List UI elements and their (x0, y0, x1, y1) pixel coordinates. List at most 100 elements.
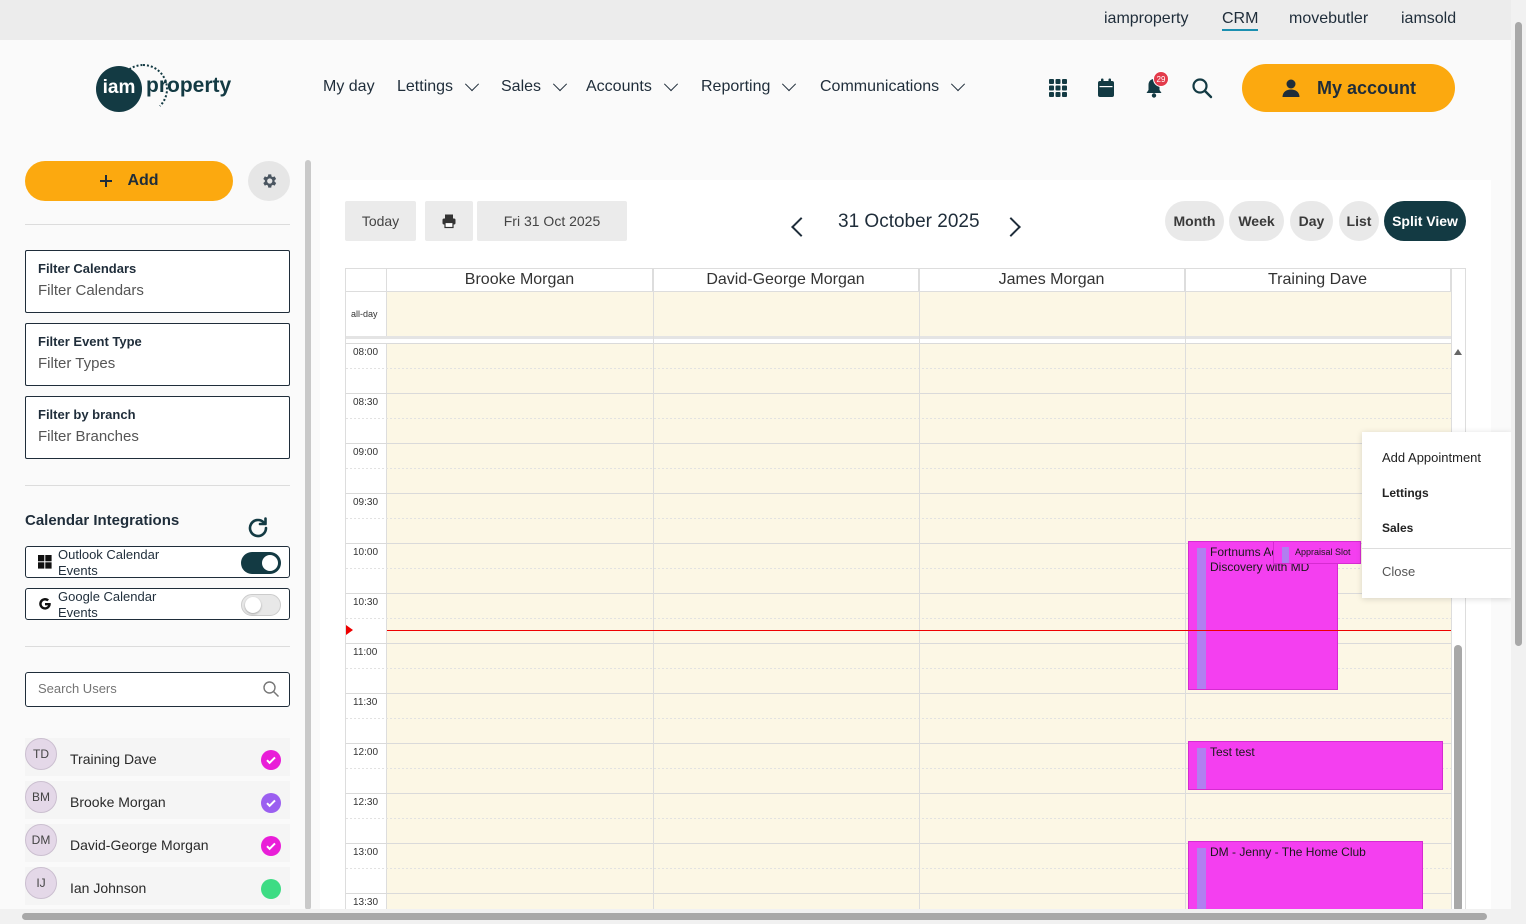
chevron-down-icon (552, 77, 568, 92)
time-label: 11:30 (353, 697, 378, 708)
menu-lettings[interactable]: Lettings (1382, 486, 1429, 500)
menu-sales[interactable]: Sales (1382, 521, 1413, 535)
view-month[interactable]: Month (1165, 201, 1224, 241)
user-row[interactable]: IJ Ian Johnson (25, 867, 290, 905)
my-account-button[interactable]: My account (1242, 64, 1455, 112)
nav-sales[interactable]: Sales (501, 77, 568, 96)
search-users-input[interactable] (38, 681, 258, 696)
user-row[interactable]: TD Training Dave (25, 738, 290, 776)
chevron-down-icon (464, 77, 480, 92)
filter-calendars[interactable]: Filter Calendars Filter Calendars (25, 250, 290, 313)
brand-link-movebutler[interactable]: movebutler (1289, 10, 1368, 28)
search-icon[interactable] (262, 680, 280, 698)
column-divider (1185, 269, 1186, 912)
nav-my-day[interactable]: My day (323, 78, 375, 96)
brand-link-crm[interactable]: CRM (1222, 10, 1259, 31)
logo[interactable]: iam property (96, 64, 236, 114)
view-day[interactable]: Day (1290, 201, 1333, 241)
google-icon (39, 598, 51, 610)
user-name: Ian Johnson (70, 880, 147, 896)
calendar-integrations-title: Calendar Integrations (25, 512, 180, 529)
chevron-down-icon (663, 77, 678, 92)
calendar-event[interactable]: Test test (1188, 741, 1443, 790)
chevron-down-icon (782, 77, 797, 92)
filter-event-type[interactable]: Filter Event Type Filter Types (25, 323, 290, 386)
event-color-bar (1282, 547, 1289, 563)
nav-label: My day (323, 78, 375, 95)
outlook-toggle[interactable] (241, 552, 281, 574)
hour-line (346, 443, 1451, 444)
time-label: 10:30 (353, 597, 379, 608)
brand-bar: iamproperty CRM movebutler iamsold (0, 0, 1511, 40)
calendar-icon[interactable] (1095, 77, 1117, 99)
user-row[interactable]: DM David-George Morgan (25, 824, 290, 862)
nav-reporting[interactable]: Reporting (701, 77, 797, 96)
avatar: DM (25, 824, 57, 856)
calendar-event[interactable]: Appraisal Slot (1273, 541, 1361, 564)
view-split[interactable]: Split View (1384, 201, 1466, 241)
user-checked-icon[interactable] (261, 836, 281, 856)
brand-link-iamsold[interactable]: iamsold (1401, 10, 1456, 28)
filter-placeholder: Filter Branches (38, 428, 139, 445)
half-hour-line (346, 468, 1451, 469)
time-label: 09:00 (353, 447, 379, 458)
date-title: 31 October 2025 (838, 211, 980, 232)
main-header: iam property My day Lettings Sales Accou… (0, 40, 1511, 135)
filter-label: Filter Event Type (38, 334, 142, 349)
grid-scrollbar[interactable] (1453, 340, 1463, 912)
avatar: BM (25, 781, 57, 813)
apps-grid-icon[interactable] (1047, 77, 1069, 99)
outlook-integration: Outlook Calendar Events (25, 546, 290, 578)
add-button[interactable]: Add (25, 161, 233, 201)
hour-line (346, 393, 1451, 394)
nav-lettings[interactable]: Lettings (397, 77, 480, 96)
calendar-event[interactable]: DM - Jenny - The Home Club (1188, 841, 1423, 912)
page-horizontal-scrollbar[interactable] (0, 909, 1511, 924)
calendar-grid: Brooke Morgan David-George Morgan James … (345, 268, 1466, 912)
column-divider (653, 269, 654, 912)
brand-link-iamproperty[interactable]: iamproperty (1104, 10, 1188, 28)
search-icon[interactable] (1191, 77, 1213, 99)
menu-close[interactable]: Close (1382, 564, 1415, 579)
chevron-down-icon (951, 77, 966, 92)
half-hour-line (346, 368, 1451, 369)
nav-label: Lettings (397, 78, 454, 95)
time-label: 13:30 (353, 897, 379, 908)
toggle-knob (262, 555, 278, 571)
logo-text: property (146, 74, 232, 97)
nav-communications[interactable]: Communications (820, 77, 966, 96)
user-name: David-George Morgan (70, 837, 209, 853)
nav-accounts[interactable]: Accounts (586, 77, 678, 96)
date-picker-button[interactable]: Fri 31 Oct 2025 (477, 201, 627, 241)
page-vertical-scrollbar[interactable] (1511, 0, 1526, 924)
today-button[interactable]: Today (345, 201, 416, 241)
user-color-dot[interactable] (261, 879, 281, 899)
column-header: James Morgan (919, 269, 1185, 291)
view-week[interactable]: Week (1229, 201, 1284, 241)
sidebar-scrollbar[interactable] (305, 160, 311, 910)
scrollbar-thumb[interactable] (1515, 22, 1522, 646)
print-button[interactable] (425, 201, 473, 241)
event-color-bar (1197, 748, 1206, 789)
time-label: 13:00 (353, 847, 379, 858)
column-header: David-George Morgan (653, 269, 919, 291)
refresh-icon[interactable] (246, 516, 270, 540)
user-checked-icon[interactable] (261, 793, 281, 813)
scrollbar-thumb[interactable] (22, 913, 1487, 920)
hour-line (346, 793, 1451, 794)
user-row[interactable]: BM Brooke Morgan (25, 781, 290, 819)
nav-label: Reporting (701, 78, 771, 95)
time-header (346, 269, 387, 291)
event-title: Test test (1210, 745, 1255, 759)
nav-label: Accounts (586, 78, 652, 95)
view-list[interactable]: List (1339, 201, 1379, 241)
filter-branch[interactable]: Filter by branch Filter Branches (25, 396, 290, 459)
settings-button[interactable] (248, 161, 290, 201)
current-time-arrow-icon (346, 625, 353, 635)
hour-line (346, 343, 1451, 344)
user-icon (1282, 79, 1300, 97)
allday-label-cell: all-day (346, 292, 387, 336)
google-toggle[interactable] (241, 594, 281, 616)
user-checked-icon[interactable] (261, 750, 281, 770)
menu-add-appointment[interactable]: Add Appointment (1382, 450, 1481, 465)
